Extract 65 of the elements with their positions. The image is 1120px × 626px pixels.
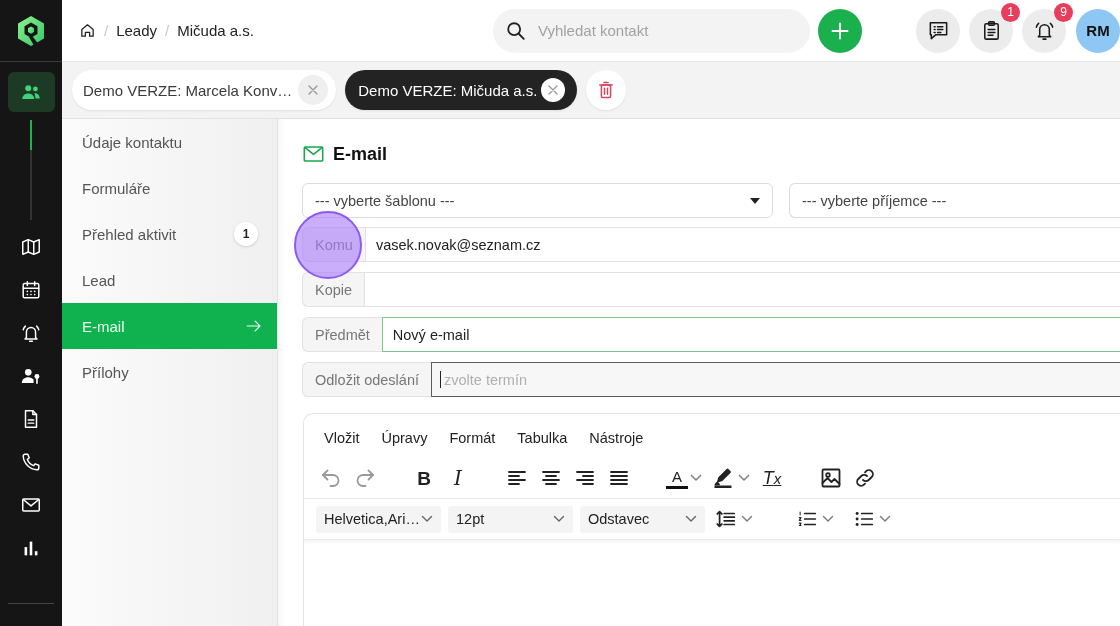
menu-item[interactable]: Tabulka	[507, 426, 578, 450]
breadcrumb-separator: /	[165, 22, 170, 39]
font-size-select[interactable]: 12pt	[448, 505, 573, 533]
field-label: Odložit odeslání	[302, 362, 431, 397]
messages-button[interactable]	[916, 8, 960, 53]
menu-item[interactable]: Formát	[439, 426, 506, 450]
rail-button[interactable]	[7, 72, 55, 112]
count-badge: 1	[1001, 2, 1020, 22]
breadcrumb-link[interactable]: Mičuda a.s.	[177, 22, 254, 39]
close-tab-button[interactable]	[541, 78, 566, 102]
nav-item[interactable]: Přehled aktivit 1	[62, 211, 277, 257]
count-badge: 1	[234, 222, 258, 246]
tab[interactable]: Demo VERZE: Mičuda a.s.	[345, 70, 578, 110]
delete-button[interactable]	[586, 70, 627, 110]
chevron-down-icon[interactable]	[690, 474, 702, 482]
tasks-button[interactable]	[969, 8, 1013, 53]
nav-item[interactable]: Lead	[62, 257, 277, 303]
home-icon[interactable]	[79, 22, 96, 39]
chevron-down-icon	[553, 515, 565, 523]
chevron-down-icon	[421, 515, 433, 523]
nav-item[interactable]: Přílohy	[62, 349, 277, 395]
text-field[interactable]: zvolte termín	[431, 362, 1120, 397]
text-cursor	[440, 371, 441, 388]
link-icon[interactable]	[853, 466, 877, 490]
recipient-select[interactable]: --- vyberte příjemce ---	[789, 183, 1120, 218]
chevron-down-icon[interactable]	[822, 515, 834, 523]
menu-item[interactable]: Úpravy	[371, 426, 438, 450]
add-button[interactable]	[818, 8, 862, 53]
chevron-down-icon[interactable]	[741, 515, 753, 523]
breadcrumb-link[interactable]: Leady	[116, 22, 158, 39]
font-family-select[interactable]: Helvetica,Ari…	[316, 505, 441, 533]
phone-icon[interactable]	[20, 451, 42, 473]
count-badge: 9	[1054, 2, 1073, 22]
field-label: Kopie	[302, 272, 365, 307]
nav-item[interactable]: Formuláře	[62, 165, 277, 211]
caret-icon	[750, 197, 760, 204]
user-avatar[interactable]: RM	[1076, 8, 1120, 53]
template-select[interactable]: --- vyberte šablonu ---	[302, 183, 773, 218]
menu-item[interactable]: Nástroje	[579, 426, 654, 450]
text-field[interactable]: vasek.novak@seznam.cz	[364, 227, 1120, 262]
section-title: E-mail	[333, 143, 388, 165]
chevron-down-icon[interactable]	[879, 515, 891, 523]
map-icon[interactable]	[20, 236, 42, 258]
breadcrumb-separator: /	[104, 22, 109, 39]
menu-item[interactable]: Vložit	[314, 426, 370, 450]
chevron-down-icon[interactable]	[738, 474, 750, 482]
field-label: Předmět	[302, 317, 382, 352]
tab[interactable]: Demo VERZE: Marcela Konv…	[72, 70, 337, 110]
block-format-select[interactable]: Odstavec	[580, 505, 705, 533]
search-icon	[505, 19, 527, 42]
italic-button[interactable]: I	[446, 466, 470, 490]
search-field[interactable]: Vyhledat kontakt	[493, 8, 810, 53]
chevron-down-icon	[685, 515, 697, 523]
text-field[interactable]: Nový e-mail	[381, 317, 1120, 352]
bold-button[interactable]: B	[412, 466, 436, 490]
nav-item[interactable]: Údaje kontaktu	[62, 119, 277, 165]
notifications-button[interactable]	[1022, 8, 1066, 53]
line-height-icon[interactable]	[715, 508, 737, 530]
click-indicator	[294, 211, 362, 279]
image-icon[interactable]	[819, 466, 843, 490]
bell-icon[interactable]	[20, 322, 42, 344]
text-color-button[interactable]: A	[666, 467, 688, 489]
envelope-icon	[303, 145, 324, 163]
logo-icon[interactable]	[17, 14, 45, 47]
calendar-icon[interactable]	[20, 279, 42, 301]
